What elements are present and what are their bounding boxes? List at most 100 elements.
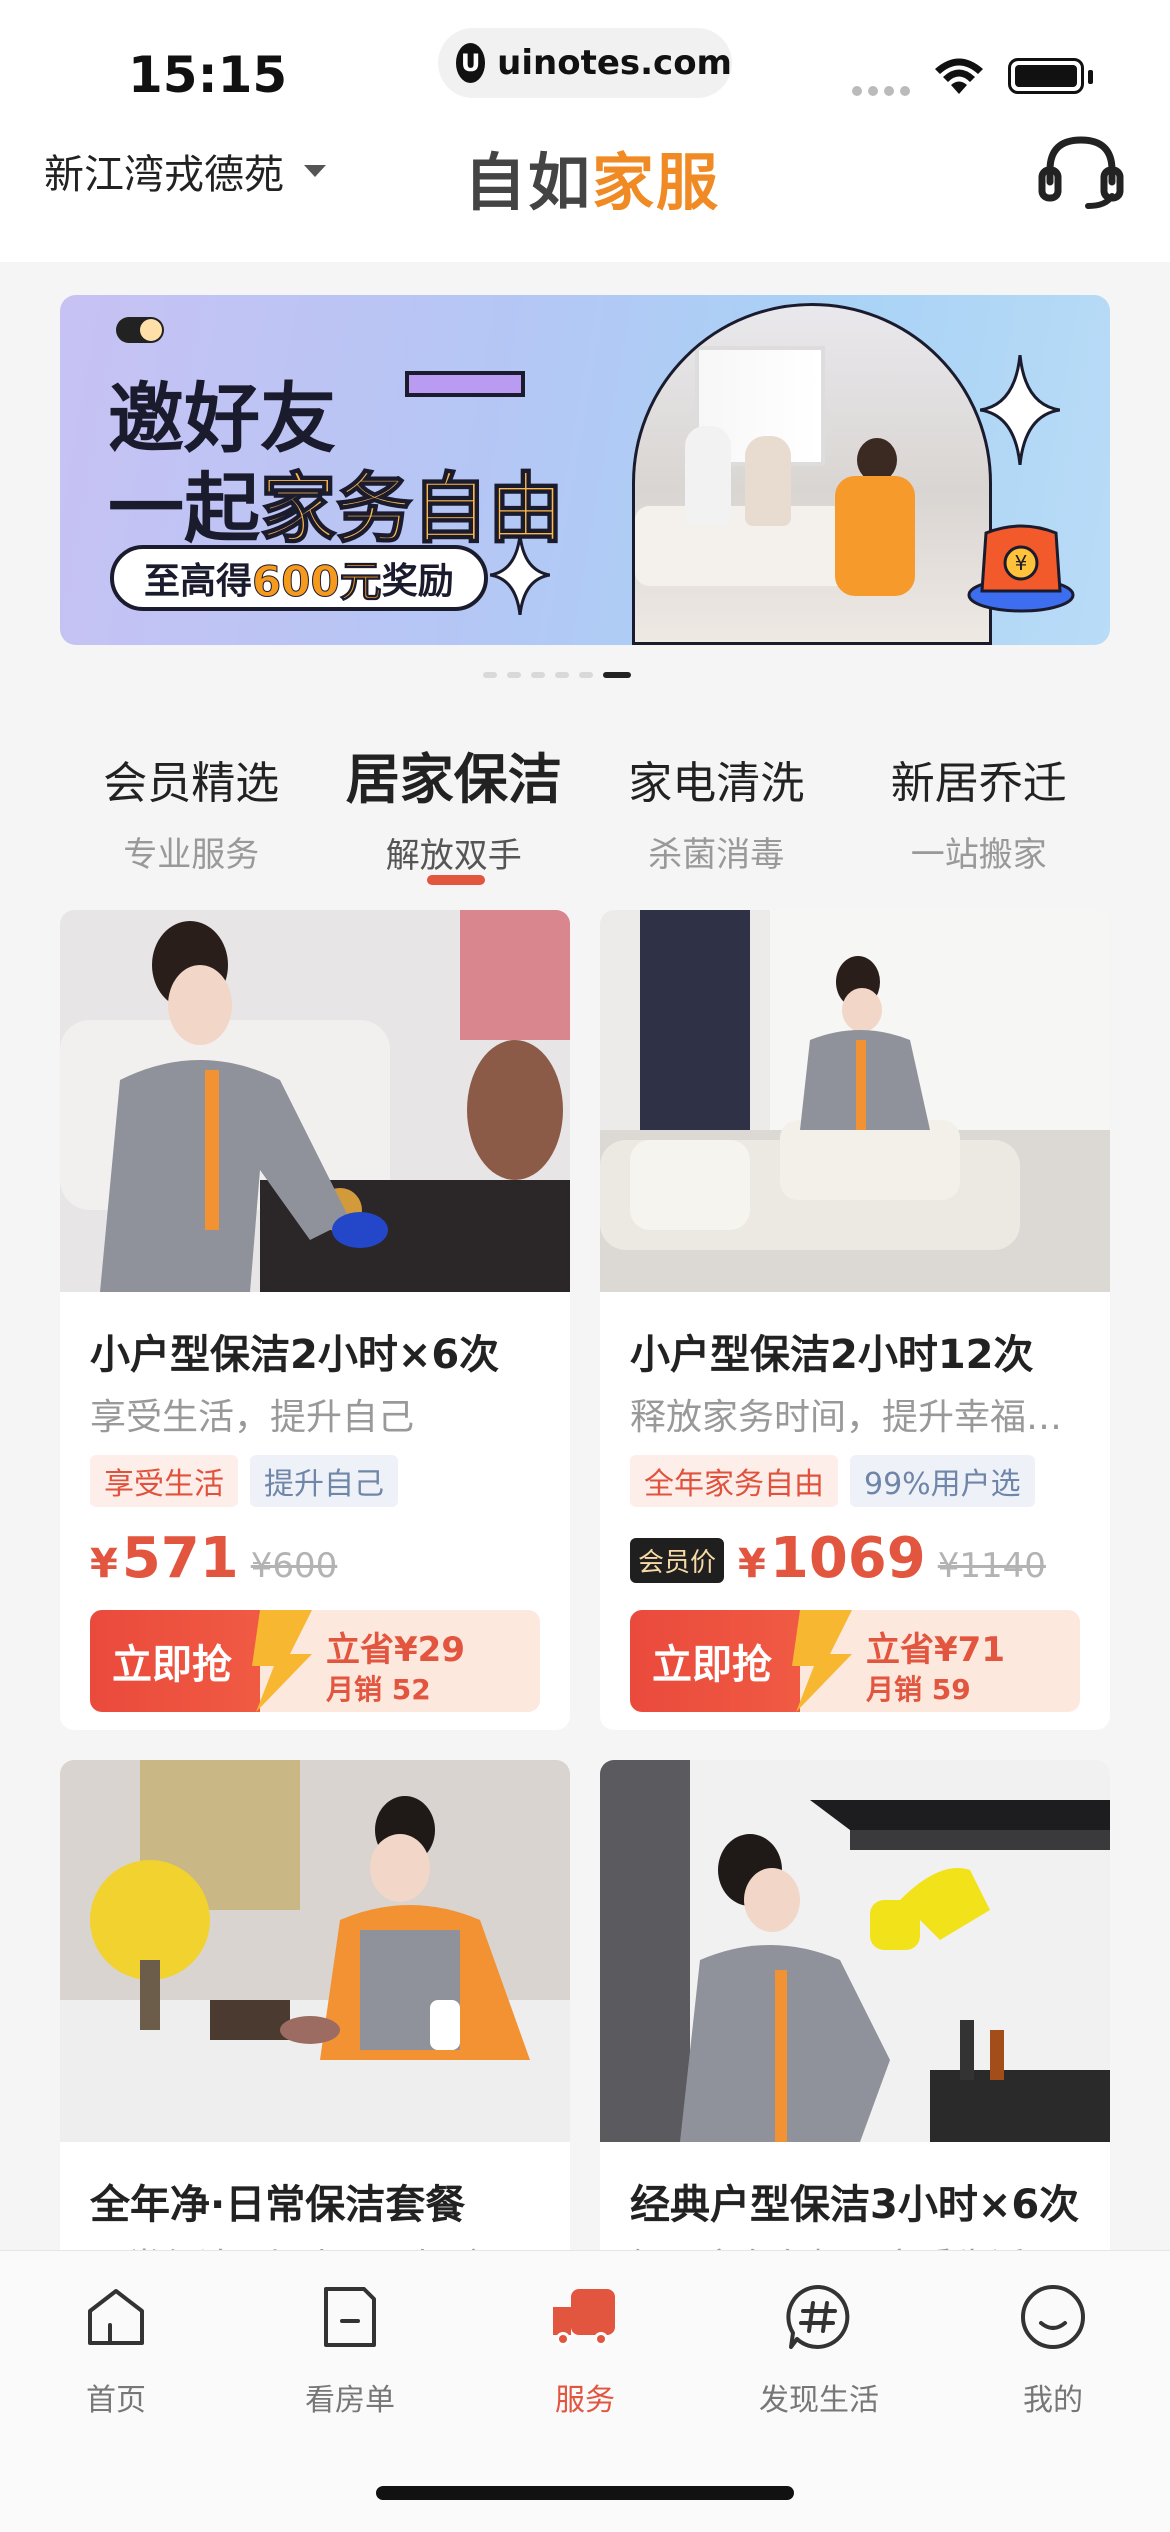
home-indicator[interactable]: [376, 2486, 794, 2500]
buy-now-button[interactable]: 立即抢 立省¥71 月销 59: [630, 1610, 1080, 1712]
price-row: 会员价 ¥ 1069 ¥1140: [630, 1526, 1046, 1591]
tab-subtitle: 专业服务: [123, 835, 260, 875]
tab-moving[interactable]: 新居乔迁 一站搬家: [848, 735, 1111, 895]
banner-reward-pill: 至高得 600元 奖励: [110, 545, 488, 611]
tab-title: 居家保洁: [345, 748, 562, 811]
smile-icon: [1021, 2285, 1085, 2349]
chevron-down-icon: [304, 165, 326, 177]
nav-services[interactable]: 服务: [485, 2281, 685, 2419]
brand-logo: 自如家服: [464, 132, 720, 222]
nav-label: 服务: [555, 2383, 615, 2418]
product-image: [60, 1760, 570, 2142]
product-title: 小户型保洁2小时12次: [630, 1332, 1034, 1378]
banner-pagination: [483, 672, 631, 678]
site-logo-icon: U: [456, 43, 486, 83]
sparkle-icon: [490, 535, 550, 615]
buy-now-button[interactable]: 立即抢 立省¥29 月销 52: [90, 1610, 540, 1712]
logo-part1: 自如: [464, 146, 593, 219]
logo-part2: 家服: [592, 146, 721, 219]
tab-active-indicator: [426, 875, 485, 885]
product-tag: 提升自己: [250, 1455, 398, 1507]
tab-subtitle: 解放双手: [385, 836, 522, 876]
banner-pill-amount: 600元: [252, 556, 383, 606]
url-pill[interactable]: U uinotes.com: [438, 28, 732, 98]
product-title: 小户型保洁2小时×6次: [90, 1332, 500, 1378]
product-image: [60, 910, 570, 1292]
product-tags: 享受生活 提升自己: [90, 1455, 398, 1507]
status-bar: 15:15 U uinotes.com: [0, 0, 1170, 130]
signal-icon: [852, 86, 910, 96]
page-dot: [555, 672, 569, 678]
product-tags: 全年家务自由 99%用户选: [630, 1455, 1035, 1507]
nav-listings[interactable]: 看房单: [250, 2281, 450, 2419]
product-title: 全年净·日常保洁套餐: [90, 2182, 466, 2228]
app-header: 新江湾戎德苑 自如家服: [0, 130, 1170, 262]
original-price: ¥1140: [937, 1546, 1046, 1586]
tab-subtitle: 杀菌消毒: [648, 835, 785, 875]
location-label: 新江湾戎德苑: [44, 152, 284, 198]
product-card[interactable]: 经典户型保洁3小时×6次 解下家务负担，享受生活…: [600, 1760, 1110, 2280]
page-dot: [579, 672, 593, 678]
lightning-icon: [792, 1610, 852, 1712]
currency-symbol: ¥: [90, 1541, 118, 1587]
location-selector[interactable]: 新江湾戎德苑: [44, 142, 326, 200]
page-dot: [483, 672, 497, 678]
battery-icon: [1008, 58, 1084, 94]
nav-label: 看房单: [305, 2383, 395, 2418]
product-card[interactable]: 全年净·日常保洁套餐 日常保洁2小时×52次（赠…: [60, 1760, 570, 2280]
currency-symbol: ¥: [738, 1541, 766, 1587]
product-tag: 99%用户选: [850, 1455, 1035, 1507]
battery-cap: [1088, 70, 1093, 84]
buy-now-label: 立即抢: [90, 1610, 260, 1712]
tab-title: 家电清洗: [628, 758, 805, 809]
home-icon: [88, 2289, 144, 2345]
monthly-sales: 月销 59: [866, 1673, 971, 1706]
page-dot: [531, 672, 545, 678]
price-row: ¥ 571 ¥600: [90, 1526, 337, 1591]
product-card[interactable]: 小户型保洁2小时×6次 享受生活，提升自己 享受生活 提升自己 ¥ 571 ¥6…: [60, 910, 570, 1730]
banner-toggle-icon: [116, 317, 164, 343]
product-image: [600, 910, 1110, 1292]
product-title: 经典户型保洁3小时×6次: [630, 2182, 1080, 2228]
tab-subtitle: 一站搬家: [910, 835, 1047, 875]
promo-banner[interactable]: 邀好友 一起家务自由 至高得 600元 奖励 ¥: [60, 295, 1110, 645]
svg-text:¥: ¥: [1015, 551, 1028, 575]
nav-label: 首页: [86, 2383, 146, 2418]
tab-home-cleaning[interactable]: 居家保洁 解放双手: [323, 735, 586, 895]
tab-title: 会员精选: [103, 758, 280, 809]
nav-discover[interactable]: 发现生活: [719, 2281, 919, 2419]
product-desc: 释放家务时间，提升幸福…: [630, 1397, 1063, 1438]
nav-profile[interactable]: 我的: [953, 2281, 1153, 2419]
member-price-badge: 会员价: [630, 1538, 725, 1583]
nav-home[interactable]: 首页: [16, 2281, 216, 2419]
status-time: 15:15: [128, 46, 288, 104]
banner-decoration-bar: [405, 371, 525, 397]
page-dot: [507, 672, 521, 678]
document-icon: [324, 2287, 376, 2347]
red-envelope-icon: ¥: [967, 524, 1075, 613]
category-tabs: 会员精选 专业服务 居家保洁 解放双手 家电清洗 杀菌消毒 新居乔迁 一站搬家: [60, 735, 1110, 895]
product-card[interactable]: 小户型保洁2小时12次 释放家务时间，提升幸福… 全年家务自由 99%用户选 会…: [600, 910, 1110, 1730]
customer-service-icon[interactable]: [1036, 130, 1126, 210]
product-tag: 全年家务自由: [630, 1455, 838, 1507]
tab-title: 新居乔迁: [890, 758, 1067, 809]
product-price: 1069: [769, 1526, 926, 1591]
buy-now-label: 立即抢: [630, 1610, 800, 1712]
tab-appliance-cleaning[interactable]: 家电清洗 杀菌消毒: [585, 735, 848, 895]
tab-member-picks[interactable]: 会员精选 专业服务: [60, 735, 323, 895]
banner-family-photo: [632, 303, 992, 645]
lightning-icon: [252, 1610, 312, 1712]
url-text: uinotes.com: [497, 43, 732, 83]
product-tag: 享受生活: [90, 1455, 238, 1507]
original-price: ¥600: [250, 1546, 338, 1586]
truck-icon: [553, 2289, 615, 2346]
nav-label: 我的: [1023, 2383, 1083, 2418]
monthly-sales: 月销 52: [326, 1673, 431, 1706]
wifi-icon: [935, 58, 983, 94]
sparkle-icon: [980, 355, 1060, 465]
product-price: 571: [121, 1526, 239, 1591]
product-desc: 享受生活，提升自己: [90, 1397, 415, 1438]
savings-text: 立省¥71: [866, 1630, 1005, 1670]
banner-pill-suffix: 奖励: [381, 561, 454, 602]
hashtag-chat-icon: [786, 2284, 850, 2349]
